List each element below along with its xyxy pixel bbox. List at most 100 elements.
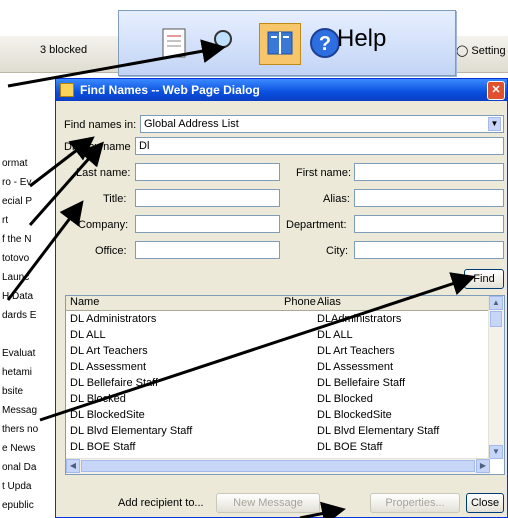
find-names-dialog: Find Names -- Web Page Dialog ✕ Find nam… xyxy=(55,78,508,518)
dialog-title: Find Names -- Web Page Dialog xyxy=(80,83,260,97)
close-icon[interactable]: ✕ xyxy=(487,81,505,100)
vertical-scrollbar[interactable]: ▲ ▼ xyxy=(488,296,504,459)
office-label: Office: xyxy=(95,245,127,257)
properties-button[interactable]: Properties... xyxy=(370,493,460,513)
company-field[interactable] xyxy=(135,215,280,233)
hscroll-thumb[interactable] xyxy=(81,460,475,472)
city-label: City: xyxy=(326,245,348,257)
alias-label: Alias: xyxy=(323,193,350,205)
folder-item[interactable]: H Data xyxy=(2,291,55,307)
result-row[interactable]: DL Administrators DLAdministrators xyxy=(66,312,490,328)
result-name: DL Blocked xyxy=(70,393,126,405)
find-names-in-label: Find names in: xyxy=(64,119,137,131)
department-label: Department: xyxy=(286,219,347,231)
folder-item[interactable]: dards E xyxy=(2,310,55,326)
folder-item[interactable]: totovo xyxy=(2,253,55,269)
folder-item[interactable]: ormat xyxy=(2,158,55,174)
result-row[interactable]: DL BOE Staff DL BOE Staff xyxy=(66,440,490,456)
result-alias: DL Assessment xyxy=(317,361,394,373)
last-name-field[interactable] xyxy=(135,163,280,181)
folder-item[interactable]: Messag xyxy=(2,405,55,421)
new-document-icon[interactable] xyxy=(155,23,195,63)
chevron-down-icon[interactable]: ▼ xyxy=(488,117,501,131)
scroll-right-icon[interactable]: ▶ xyxy=(476,459,490,473)
result-name: DL BlockedSite xyxy=(70,409,145,421)
first-name-field[interactable] xyxy=(354,163,504,181)
settings-label: Setting xyxy=(471,45,506,57)
department-field[interactable] xyxy=(354,215,504,233)
add-recipient-label: Add recipient to... xyxy=(118,497,204,509)
blocked-status: 3 blocked xyxy=(40,44,87,56)
result-row[interactable]: DL Art Teachers DL Art Teachers xyxy=(66,344,490,360)
result-name: DL Administrators xyxy=(70,313,157,325)
last-name-label: Last name: xyxy=(76,167,131,179)
result-alias: DL Bellefaire Staff xyxy=(317,377,406,389)
folder-item[interactable] xyxy=(2,329,55,345)
toolbar-zoom-callout: ? Help xyxy=(118,10,456,76)
result-row[interactable]: DL BlockedSite DL BlockedSite xyxy=(66,408,490,424)
company-label: Company: xyxy=(78,219,129,231)
folder-pane: ormat ro - Ev ecial P rt f the N totovo Launc H… xyxy=(0,96,56,518)
folder-item[interactable]: Evaluat xyxy=(2,348,55,364)
address-list-value: Global Address List xyxy=(144,118,239,130)
display-name-label: Display name xyxy=(64,141,131,153)
horizontal-scrollbar[interactable]: ◀ ▶ xyxy=(66,458,490,474)
folder-item[interactable]: rt xyxy=(2,215,55,231)
scroll-up-icon[interactable]: ▲ xyxy=(489,296,503,310)
list-header: Name Phone Alias xyxy=(66,296,490,311)
result-row[interactable]: DL Bellefaire Staff DL Bellefaire Staff xyxy=(66,376,490,392)
folder-item[interactable]: ro - Ev xyxy=(2,177,55,193)
folder-item[interactable]: Launc xyxy=(2,272,55,288)
folder-item[interactable]: f the N xyxy=(2,234,55,250)
dialog-titlebar[interactable]: Find Names -- Web Page Dialog ✕ xyxy=(56,79,507,101)
result-row[interactable]: DL Blvd Elementary Staff DL Blvd Elementa… xyxy=(66,424,490,440)
column-alias-header[interactable]: Alias xyxy=(317,296,341,308)
result-alias: DL ALL xyxy=(317,329,353,341)
scroll-left-icon[interactable]: ◀ xyxy=(66,459,80,473)
title-field[interactable] xyxy=(135,189,280,207)
result-name: DL Blvd Elementary Staff xyxy=(70,425,193,437)
result-alias: DLAdministrators xyxy=(317,313,402,325)
close-button[interactable]: Close xyxy=(466,493,504,513)
folder-item[interactable]: e News xyxy=(2,443,55,459)
first-name-label: First name: xyxy=(296,167,352,179)
settings-button[interactable]: ◯ Setting xyxy=(456,44,506,57)
folder-item[interactable]: t Upda xyxy=(2,481,55,497)
help-label[interactable]: Help xyxy=(337,25,386,53)
blocked-text: 3 blocked xyxy=(40,44,88,56)
address-book-icon[interactable] xyxy=(259,23,301,65)
result-name: DL ALL xyxy=(70,329,106,341)
result-alias: DL Blocked xyxy=(317,393,373,405)
result-row[interactable]: DL Assessment DL Assessment xyxy=(66,360,490,376)
display-name-field[interactable]: Dl xyxy=(135,137,504,155)
folder-item[interactable]: ecial P xyxy=(2,196,55,212)
svg-text:?: ? xyxy=(319,33,331,55)
result-name: DL Bellefaire Staff xyxy=(70,377,159,389)
result-alias: DL BlockedSite xyxy=(317,409,392,421)
result-alias: DL BOE Staff xyxy=(317,441,383,453)
dialog-icon xyxy=(60,83,74,97)
results-list[interactable]: Name Phone Alias DL Administrators DLAdmi… xyxy=(65,295,505,475)
find-button[interactable]: Find xyxy=(464,269,504,289)
alias-field[interactable] xyxy=(354,189,504,207)
find-icon[interactable] xyxy=(199,23,239,63)
title-label: Title: xyxy=(103,193,127,205)
column-name-header[interactable]: Name xyxy=(70,296,99,308)
folder-item[interactable]: thers no xyxy=(2,424,55,440)
result-row[interactable]: DL Blocked DL Blocked xyxy=(66,392,490,408)
folder-item[interactable]: onal Da xyxy=(2,462,55,478)
result-alias: DL Blvd Elementary Staff xyxy=(317,425,440,437)
new-message-button[interactable]: New Message xyxy=(216,493,320,513)
office-field[interactable] xyxy=(135,241,280,259)
city-field[interactable] xyxy=(354,241,504,259)
result-row[interactable]: DL ALL DL ALL xyxy=(66,328,490,344)
scroll-down-icon[interactable]: ▼ xyxy=(489,445,503,459)
result-name: DL BOE Staff xyxy=(70,441,136,453)
column-phone-header[interactable]: Phone xyxy=(284,296,316,308)
result-alias: DL Art Teachers xyxy=(317,345,395,357)
folder-item[interactable]: bsite xyxy=(2,386,55,402)
scroll-thumb[interactable] xyxy=(490,311,502,327)
folder-item[interactable]: epublic xyxy=(2,500,55,516)
folder-item[interactable]: hetami xyxy=(2,367,55,383)
address-list-select[interactable]: Global Address List ▼ xyxy=(140,115,504,133)
